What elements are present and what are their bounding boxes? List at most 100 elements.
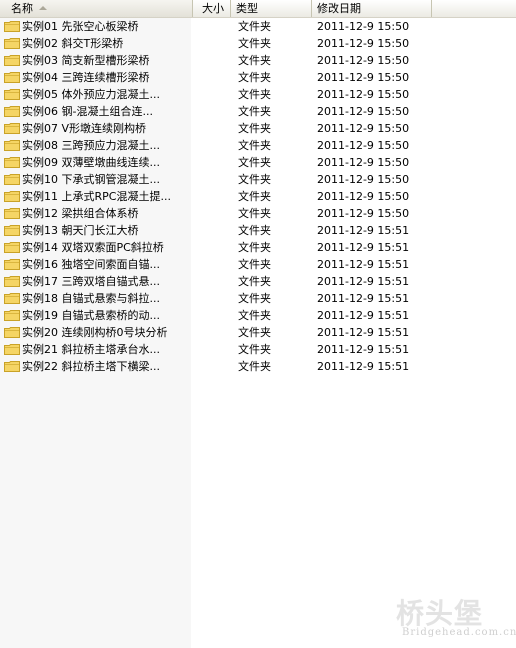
column-header-modified-label: 修改日期 (317, 2, 361, 15)
file-list-row[interactable]: 实例17 三跨双塔自锚式悬... 文件夹 2011-12-9 15:51 (0, 273, 516, 290)
file-list-row[interactable]: 实例20 连续刚构桥0号块分析 文件夹 2011-12-9 15:51 (0, 324, 516, 341)
file-list-row[interactable]: 实例05 体外预应力混凝土... 文件夹 2011-12-9 15:50 (0, 86, 516, 103)
folder-icon (4, 276, 20, 287)
watermark-logo-text: 桥头堡 (396, 597, 484, 630)
file-name: 实例02 斜交T形梁桥 (22, 37, 124, 50)
file-list-row[interactable]: 实例11 上承式RPC混凝土提... 文件夹 2011-12-9 15:50 (0, 188, 516, 205)
file-modified-date: 2011-12-9 15:50 (317, 20, 410, 33)
file-type: 文件夹 (238, 173, 271, 186)
sort-ascending-icon (39, 6, 47, 10)
file-name: 实例16 独塔空间索面自锚... (22, 258, 160, 271)
file-modified-date: 2011-12-9 15:50 (317, 105, 410, 118)
file-type: 文件夹 (238, 122, 271, 135)
file-name: 实例14 双塔双索面PC斜拉桥 (22, 241, 164, 254)
folder-icon (4, 242, 20, 253)
file-list-row[interactable]: 实例19 自锚式悬索桥的动... 文件夹 2011-12-9 15:51 (0, 307, 516, 324)
file-type: 文件夹 (238, 156, 271, 169)
file-list: 实例01 先张空心板梁桥 文件夹 2011-12-9 15:50 实例02 斜交T形梁… (0, 18, 516, 375)
file-modified-date: 2011-12-9 15:50 (317, 71, 410, 84)
file-type: 文件夹 (238, 258, 271, 271)
folder-icon (4, 89, 20, 100)
file-list-row[interactable]: 实例21 斜拉桥主塔承台水... 文件夹 2011-12-9 15:51 (0, 341, 516, 358)
file-modified-date: 2011-12-9 15:50 (317, 173, 410, 186)
file-list-row[interactable]: 实例07 V形墩连续刚构桥 文件夹 2011-12-9 15:50 (0, 120, 516, 137)
file-type: 文件夹 (238, 275, 271, 288)
file-modified-date: 2011-12-9 15:51 (317, 343, 410, 356)
file-modified-date: 2011-12-9 15:51 (317, 241, 410, 254)
file-name: 实例21 斜拉桥主塔承台水... (22, 343, 160, 356)
file-modified-date: 2011-12-9 15:50 (317, 54, 410, 67)
file-name: 实例11 上承式RPC混凝土提... (22, 190, 171, 203)
folder-icon (4, 344, 20, 355)
file-type: 文件夹 (238, 241, 271, 254)
folder-icon (4, 327, 20, 338)
file-list-row[interactable]: 实例16 独塔空间索面自锚... 文件夹 2011-12-9 15:51 (0, 256, 516, 273)
folder-icon (4, 361, 20, 372)
file-list-row[interactable]: 实例09 双薄壁墩曲线连续... 文件夹 2011-12-9 15:50 (0, 154, 516, 171)
folder-icon (4, 21, 20, 32)
file-list-row[interactable]: 实例10 下承式钢管混凝土... 文件夹 2011-12-9 15:50 (0, 171, 516, 188)
file-type: 文件夹 (238, 326, 271, 339)
file-type: 文件夹 (238, 309, 271, 322)
file-modified-date: 2011-12-9 15:51 (317, 224, 410, 237)
folder-icon (4, 293, 20, 304)
file-modified-date: 2011-12-9 15:51 (317, 360, 410, 373)
file-modified-date: 2011-12-9 15:50 (317, 156, 410, 169)
file-modified-date: 2011-12-9 15:50 (317, 37, 410, 50)
file-list-row[interactable]: 实例02 斜交T形梁桥 文件夹 2011-12-9 15:50 (0, 35, 516, 52)
file-modified-date: 2011-12-9 15:50 (317, 139, 410, 152)
file-list-row[interactable]: 实例06 钢-混凝土组合连... 文件夹 2011-12-9 15:50 (0, 103, 516, 120)
column-header-modified[interactable]: 修改日期 (312, 0, 432, 17)
file-type: 文件夹 (238, 190, 271, 203)
file-name: 实例04 三跨连续槽形梁桥 (22, 71, 150, 84)
file-list-row[interactable]: 实例18 自锚式悬索与斜拉... 文件夹 2011-12-9 15:51 (0, 290, 516, 307)
column-header-type[interactable]: 类型 (231, 0, 312, 17)
file-name: 实例12 梁拱组合体系桥 (22, 207, 139, 220)
file-type: 文件夹 (238, 71, 271, 84)
file-modified-date: 2011-12-9 15:50 (317, 190, 410, 203)
column-header-name[interactable]: 名称 (0, 0, 193, 17)
file-type: 文件夹 (238, 360, 271, 373)
file-list-row[interactable]: 实例14 双塔双索面PC斜拉桥 文件夹 2011-12-9 15:51 (0, 239, 516, 256)
file-type: 文件夹 (238, 37, 271, 50)
file-list-row[interactable]: 实例04 三跨连续槽形梁桥 文件夹 2011-12-9 15:50 (0, 69, 516, 86)
column-header-name-label: 名称 (11, 2, 33, 15)
column-header-size[interactable]: 大小 (193, 0, 231, 17)
column-header-size-label: 大小 (202, 2, 224, 15)
column-header-empty (432, 0, 516, 17)
file-modified-date: 2011-12-9 15:51 (317, 292, 410, 305)
file-modified-date: 2011-12-9 15:51 (317, 258, 410, 271)
file-list-row[interactable]: 实例13 朝天门长江大桥 文件夹 2011-12-9 15:51 (0, 222, 516, 239)
folder-icon (4, 106, 20, 117)
file-name: 实例05 体外预应力混凝土... (22, 88, 160, 101)
file-type: 文件夹 (238, 207, 271, 220)
file-type: 文件夹 (238, 54, 271, 67)
file-name: 实例17 三跨双塔自锚式悬... (22, 275, 160, 288)
file-type: 文件夹 (238, 105, 271, 118)
file-type: 文件夹 (238, 224, 271, 237)
file-list-row[interactable]: 实例12 梁拱组合体系桥 文件夹 2011-12-9 15:50 (0, 205, 516, 222)
file-type: 文件夹 (238, 343, 271, 356)
file-modified-date: 2011-12-9 15:51 (317, 309, 410, 322)
file-modified-date: 2011-12-9 15:50 (317, 88, 410, 101)
file-name: 实例19 自锚式悬索桥的动... (22, 309, 160, 322)
file-name: 实例20 连续刚构桥0号块分析 (22, 326, 168, 339)
file-name: 实例07 V形墩连续刚构桥 (22, 122, 147, 135)
folder-icon (4, 225, 20, 236)
file-name: 实例18 自锚式悬索与斜拉... (22, 292, 160, 305)
folder-icon (4, 310, 20, 321)
file-type: 文件夹 (238, 292, 271, 305)
file-name: 实例13 朝天门长江大桥 (22, 224, 139, 237)
watermark-url: Bridgehead.com.cn (402, 627, 516, 638)
file-name: 实例06 钢-混凝土组合连... (22, 105, 153, 118)
file-name: 实例10 下承式钢管混凝土... (22, 173, 160, 186)
file-list-row[interactable]: 实例03 简支新型槽形梁桥 文件夹 2011-12-9 15:50 (0, 52, 516, 69)
file-list-row[interactable]: 实例01 先张空心板梁桥 文件夹 2011-12-9 15:50 (0, 18, 516, 35)
file-name: 实例22 斜拉桥主塔下横梁... (22, 360, 160, 373)
file-list-row[interactable]: 实例22 斜拉桥主塔下横梁... 文件夹 2011-12-9 15:51 (0, 358, 516, 375)
file-list-row[interactable]: 实例08 三跨预应力混凝土... 文件夹 2011-12-9 15:50 (0, 137, 516, 154)
file-type: 文件夹 (238, 139, 271, 152)
file-modified-date: 2011-12-9 15:50 (317, 122, 410, 135)
file-type: 文件夹 (238, 20, 271, 33)
folder-icon (4, 72, 20, 83)
